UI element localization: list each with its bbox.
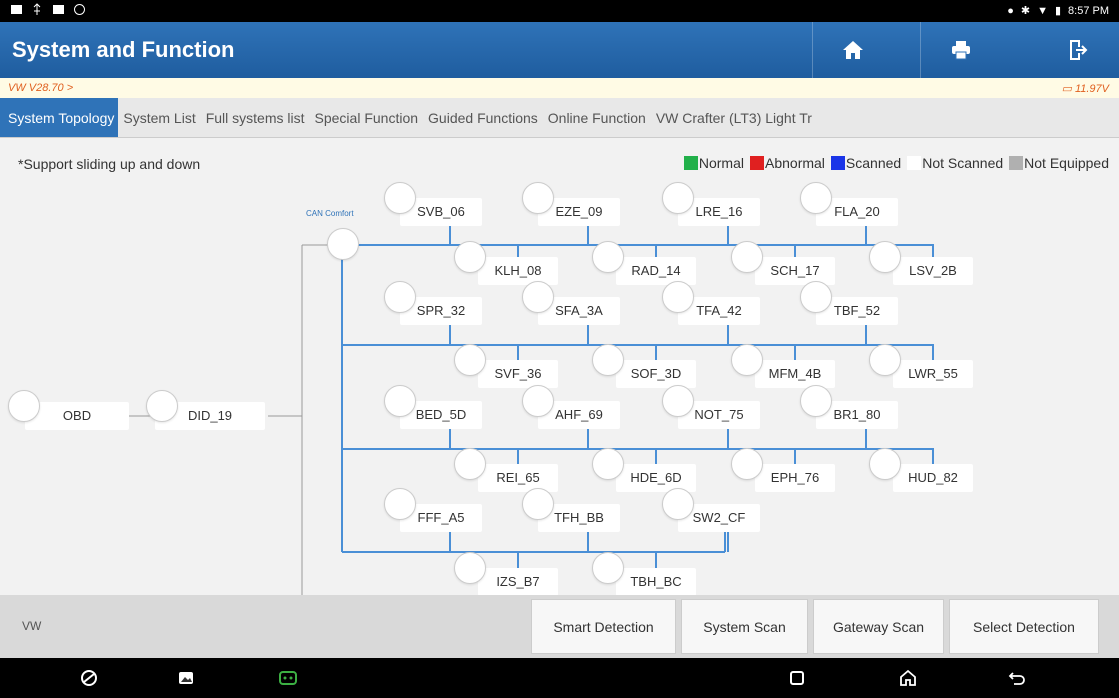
- module-not-75-status-icon[interactable]: [662, 385, 694, 417]
- module-rad-14-status-icon[interactable]: [592, 241, 624, 273]
- home-icon: [842, 41, 863, 59]
- can-comfort-icon[interactable]: [327, 228, 359, 260]
- nav-bar: [0, 658, 1119, 698]
- system-scan-button[interactable]: System Scan: [681, 599, 808, 654]
- module-eze-09-status-icon[interactable]: [522, 182, 554, 214]
- browser-icon[interactable]: [69, 658, 109, 698]
- smart-detection-button[interactable]: Smart Detection: [531, 599, 676, 654]
- printer-icon: [951, 41, 970, 60]
- module-eph-76[interactable]: EPH_76: [755, 464, 835, 492]
- clock: 8:57 PM: [1068, 4, 1109, 17]
- wifi-icon: ▼: [1037, 4, 1048, 17]
- module-fff-a5-status-icon[interactable]: [384, 488, 416, 520]
- usb-icon: [31, 3, 44, 16]
- bluetooth-icon: ✱: [1020, 5, 1031, 17]
- module-did-19-status-icon[interactable]: [146, 390, 178, 422]
- tab-full-systems-list[interactable]: Full systems list: [201, 98, 310, 137]
- module-ahf-69-status-icon[interactable]: [522, 385, 554, 417]
- module-tbh-bc-status-icon[interactable]: [592, 552, 624, 584]
- battery-voltage: ▭ 11.97V: [1061, 83, 1109, 95]
- brand-label: VW: [22, 619, 42, 633]
- topology-view[interactable]: *Support sliding up and down Normal Abno…: [0, 138, 1119, 595]
- gallery-icon[interactable]: [166, 658, 206, 698]
- module-br1-80-status-icon[interactable]: [800, 385, 832, 417]
- module-lre-16-status-icon[interactable]: [662, 182, 694, 214]
- gateway-scan-button[interactable]: Gateway Scan: [813, 599, 944, 654]
- module-sof-3d-status-icon[interactable]: [592, 344, 624, 376]
- module-tbh-bc[interactable]: TBH_BC: [616, 568, 696, 595]
- status-bar: ● ✱ ▼ ▮ 8:57 PM: [0, 0, 1119, 22]
- module-eph-76-status-icon[interactable]: [731, 448, 763, 480]
- tab-vw-crafter-light[interactable]: VW Crafter (LT3) Light Tr: [651, 98, 817, 137]
- function-tabs: System Topology System List Full systems…: [0, 98, 1119, 138]
- module-hud-82-status-icon[interactable]: [869, 448, 901, 480]
- exit-icon: [1070, 40, 1088, 60]
- module-fla-20-status-icon[interactable]: [800, 182, 832, 214]
- tab-system-topology[interactable]: System Topology: [0, 98, 119, 137]
- print-button[interactable]: [920, 22, 1000, 78]
- module-svf-36[interactable]: SVF_36: [478, 360, 558, 388]
- info-bar: VW V28.70 > ▭ 11.97V: [0, 78, 1119, 98]
- home-button[interactable]: [812, 22, 892, 78]
- action-bar: VW Smart Detection System Scan Gateway S…: [0, 595, 1119, 658]
- module-tfa-42-status-icon[interactable]: [662, 281, 694, 313]
- app-header: System and Function: [0, 22, 1119, 78]
- module-rei-65-status-icon[interactable]: [454, 448, 486, 480]
- module-svb-06-status-icon[interactable]: [384, 182, 416, 214]
- module-sch-17[interactable]: SCH_17: [755, 257, 835, 285]
- module-lsv-2b[interactable]: LSV_2B: [893, 257, 973, 285]
- notification-icon: [10, 3, 23, 16]
- module-mfm-4b[interactable]: MFM_4B: [755, 360, 835, 388]
- back-icon[interactable]: [997, 658, 1037, 698]
- module-lwr-55-status-icon[interactable]: [869, 344, 901, 376]
- module-obd-status-icon[interactable]: [8, 390, 40, 422]
- module-sfa-3a-status-icon[interactable]: [522, 281, 554, 313]
- module-rad-14[interactable]: RAD_14: [616, 257, 696, 285]
- module-spr-32-status-icon[interactable]: [384, 281, 416, 313]
- module-rei-65[interactable]: REI_65: [478, 464, 558, 492]
- home-nav-icon[interactable]: [888, 658, 928, 698]
- battery-icon: ▮: [1054, 5, 1062, 17]
- module-mfm-4b-status-icon[interactable]: [731, 344, 763, 376]
- module-tbf-52-status-icon[interactable]: [800, 281, 832, 313]
- recent-apps-icon[interactable]: [777, 658, 817, 698]
- tab-special-function[interactable]: Special Function: [310, 98, 424, 137]
- software-version[interactable]: VW V28.70 >: [8, 82, 73, 94]
- module-lsv-2b-status-icon[interactable]: [869, 241, 901, 273]
- module-bed-5d-status-icon[interactable]: [384, 385, 416, 417]
- module-izs-b7[interactable]: IZS_B7: [478, 568, 558, 595]
- module-sof-3d[interactable]: SOF_3D: [616, 360, 696, 388]
- module-hud-82[interactable]: HUD_82: [893, 464, 973, 492]
- location-icon: ●: [1007, 4, 1014, 17]
- module-izs-b7-status-icon[interactable]: [454, 552, 486, 584]
- tab-guided-functions[interactable]: Guided Functions: [423, 98, 543, 137]
- module-klh-08[interactable]: KLH_08: [478, 257, 558, 285]
- settings-icon: [73, 3, 86, 16]
- module-obd[interactable]: OBD: [25, 402, 129, 430]
- page-title: System and Function: [12, 37, 235, 62]
- exit-button[interactable]: [1038, 22, 1118, 78]
- module-hde-6d[interactable]: HDE_6D: [616, 464, 696, 492]
- module-sch-17-status-icon[interactable]: [731, 241, 763, 273]
- vci-icon[interactable]: [268, 658, 308, 698]
- tab-system-list[interactable]: System List: [118, 98, 200, 137]
- module-hde-6d-status-icon[interactable]: [592, 448, 624, 480]
- select-detection-button[interactable]: Select Detection: [949, 599, 1099, 654]
- battery-voltage-icon: ▭: [1061, 83, 1075, 95]
- module-lwr-55[interactable]: LWR_55: [893, 360, 973, 388]
- module-svf-36-status-icon[interactable]: [454, 344, 486, 376]
- module-sw2-cf-status-icon[interactable]: [662, 488, 694, 520]
- module-klh-08-status-icon[interactable]: [454, 241, 486, 273]
- message-icon: [52, 3, 65, 16]
- module-tfh-bb-status-icon[interactable]: [522, 488, 554, 520]
- tab-online-function[interactable]: Online Function: [543, 98, 651, 137]
